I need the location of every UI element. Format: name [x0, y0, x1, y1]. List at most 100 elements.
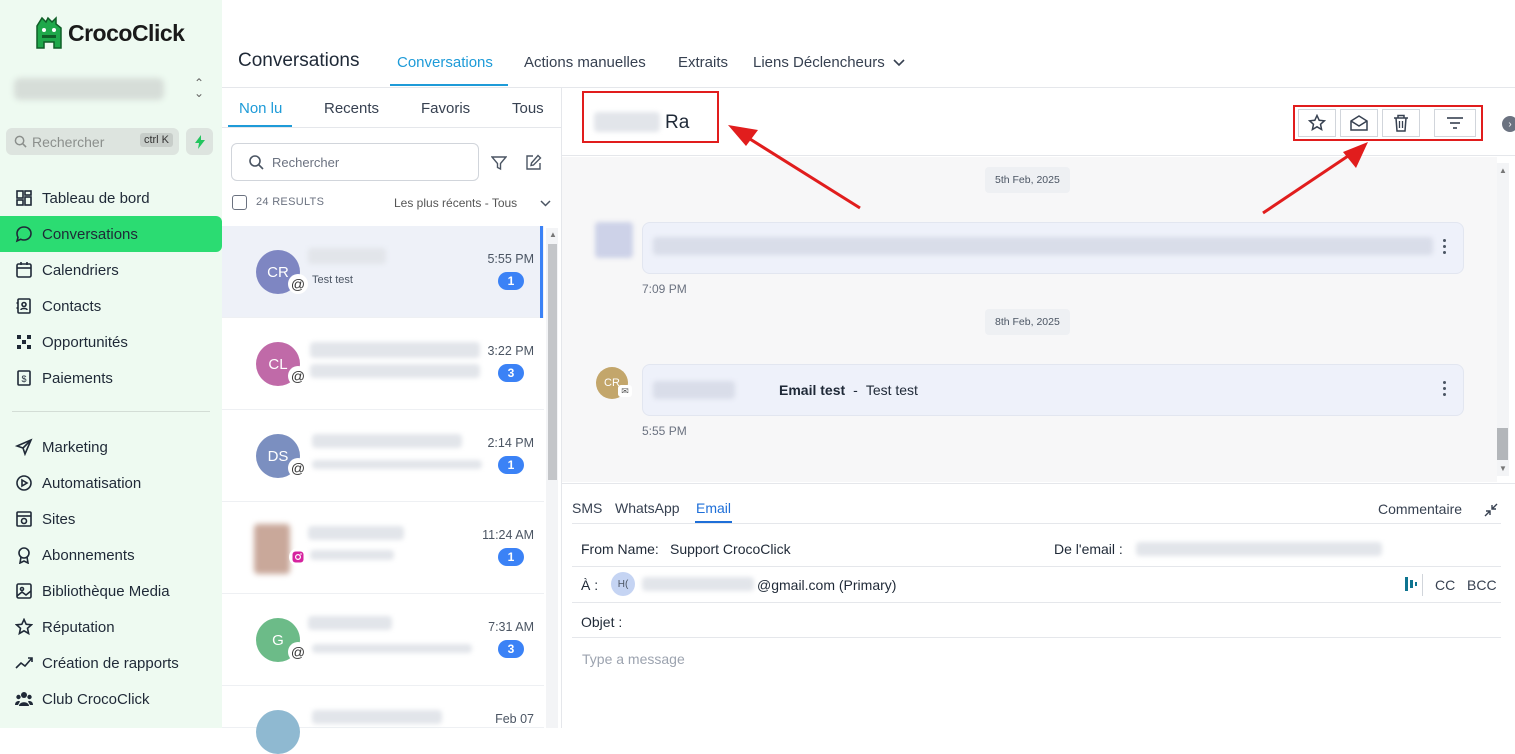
scroll-up-arrow[interactable]: ▲: [549, 230, 557, 239]
conversation-item[interactable]: G @ 7:31 AM 3: [222, 594, 544, 686]
sidebar-item-label: Contacts: [42, 297, 102, 315]
sidebar-item-label: Calendriers: [42, 261, 119, 279]
list-tab-recents[interactable]: Recents: [324, 100, 379, 117]
list-tab-tous[interactable]: Tous: [512, 100, 544, 117]
sidebar-item-reputation[interactable]: Réputation: [0, 609, 222, 645]
chevron-down-icon[interactable]: [540, 200, 551, 207]
filter-button[interactable]: [1434, 109, 1476, 137]
delete-button[interactable]: [1382, 109, 1420, 137]
sidebar-item-calendriers[interactable]: Calendriers: [0, 252, 222, 288]
star-button[interactable]: [1298, 109, 1336, 137]
message-bubble[interactable]: [642, 222, 1464, 274]
filter-funnel-icon[interactable]: [491, 155, 507, 171]
list-scrollbar-thumb[interactable]: [548, 244, 557, 480]
mark-unread-button[interactable]: [1340, 109, 1378, 137]
bcc-button[interactable]: BCC: [1467, 577, 1497, 593]
tab-actions-manuelles[interactable]: Actions manuelles: [524, 54, 646, 71]
compose-icon[interactable]: [525, 154, 542, 171]
composer-tab-sms[interactable]: SMS: [572, 500, 602, 516]
conversation-time: 11:24 AM: [482, 528, 534, 542]
scroll-up-arrow[interactable]: ▲: [1499, 166, 1507, 175]
from-email-redacted[interactable]: [1136, 542, 1382, 556]
sidebar-item-label: Paiements: [42, 369, 113, 387]
contact-name[interactable]: Ra: [665, 112, 689, 134]
sidebar-item-bibliotheque-media[interactable]: Bibliothèque Media: [0, 573, 222, 609]
comment-tab[interactable]: Commentaire: [1378, 501, 1462, 517]
conversation-time: 7:31 AM: [488, 620, 534, 634]
list-tab-favoris[interactable]: Favoris: [421, 100, 470, 117]
message-bubble[interactable]: Email test - Test test: [642, 364, 1464, 416]
message-menu-icon[interactable]: [1443, 239, 1447, 254]
sidebar-item-paiements[interactable]: $ Paiements: [0, 360, 222, 396]
sidebar-item-marketing[interactable]: Marketing: [0, 429, 222, 465]
from-name-value[interactable]: Support CrocoClick: [670, 541, 791, 557]
quick-actions-button[interactable]: [186, 128, 213, 155]
filter-icon: [1447, 117, 1463, 129]
sidebar-item-tableau-de-bord[interactable]: Tableau de bord: [0, 180, 222, 216]
select-all-checkbox[interactable]: [232, 195, 247, 210]
conversation-item[interactable]: CL @ 3:22 PM 3: [222, 318, 544, 410]
recipient-email[interactable]: @gmail.com (Primary): [757, 577, 896, 593]
avatar-photo-redacted: [254, 524, 290, 574]
sidebar-item-conversations[interactable]: Conversations: [0, 216, 222, 252]
active-tab-indicator: [390, 84, 508, 86]
sidebar-item-label: Opportunités: [42, 333, 128, 351]
contact-name-redacted: [310, 342, 480, 358]
sidebar-item-automatisation[interactable]: Automatisation: [0, 465, 222, 501]
tab-extraits[interactable]: Extraits: [678, 54, 728, 71]
composer-tab-email[interactable]: Email: [696, 500, 731, 516]
sidebar-item-label: Marketing: [42, 438, 108, 456]
scroll-down-arrow[interactable]: ▼: [1499, 464, 1507, 473]
conversation-item[interactable]: CR @ Test test 5:55 PM 1: [222, 226, 544, 318]
conversation-item[interactable]: Feb 07: [222, 686, 544, 754]
to-label: À :: [581, 577, 599, 593]
sidebar-search[interactable]: Rechercher ctrl K: [6, 128, 179, 155]
tab-liens-declencheurs[interactable]: Liens Déclencheurs: [753, 54, 905, 71]
sidebar-item-opportunites[interactable]: Opportunités: [0, 324, 222, 360]
snippet-redacted: [312, 460, 482, 469]
calendar-icon: [14, 260, 34, 280]
sidebar-item-creation-de-rapports[interactable]: Création de rapports: [0, 645, 222, 681]
chevron-down-icon: [893, 58, 905, 66]
svg-text:$: $: [21, 374, 26, 384]
brand-logo[interactable]: CrocoClick: [34, 16, 185, 50]
email-preview: Email test - Test test: [779, 382, 918, 398]
sidebar-item-contacts[interactable]: Contacts: [0, 288, 222, 324]
sidebar-item-club-crococlick[interactable]: Club CrocoClick: [0, 681, 222, 717]
conversation-snippet: Test test: [312, 274, 353, 286]
sidebar-item-label: Sites: [42, 510, 76, 528]
search-icon: [249, 155, 264, 170]
message-menu-icon[interactable]: [1443, 381, 1447, 396]
row-divider: [572, 602, 1501, 603]
email-envelope-icon: ✉: [618, 385, 632, 397]
tab-conversations[interactable]: Conversations: [397, 54, 493, 71]
template-snippets-icon[interactable]: [1404, 576, 1418, 592]
sort-dropdown[interactable]: Les plus récents - Tous: [394, 196, 517, 210]
thread-scrollbar-thumb[interactable]: [1497, 428, 1508, 460]
conversation-item[interactable]: 11:24 AM 1: [222, 502, 544, 594]
message-text-redacted: [653, 237, 1433, 255]
media-icon: [14, 581, 34, 601]
sites-icon: [14, 509, 34, 529]
account-switcher[interactable]: ⌃ ⌄: [10, 64, 210, 112]
sender-redacted: [653, 381, 735, 399]
collapse-panel-button[interactable]: ›: [1502, 116, 1515, 132]
trash-icon: [1394, 114, 1408, 132]
sender-avatar-redacted: [595, 222, 633, 258]
snippet-redacted: [310, 364, 480, 378]
conversation-item[interactable]: DS @ 2:14 PM 1: [222, 410, 544, 502]
sidebar-item-sites[interactable]: Sites: [0, 501, 222, 537]
contact-name-redacted: [308, 526, 404, 540]
message-input[interactable]: Type a message: [582, 651, 685, 667]
list-tab-non-lu[interactable]: Non lu: [239, 100, 282, 117]
composer-tab-whatsapp[interactable]: WhatsApp: [615, 500, 680, 516]
results-count: 24 RESULTS: [256, 196, 325, 208]
conversation-search-input[interactable]: Rechercher: [231, 143, 479, 181]
sidebar-item-abonnements[interactable]: Abonnements: [0, 537, 222, 573]
from-email-label: De l'email :: [1054, 541, 1123, 557]
cc-button[interactable]: CC: [1435, 577, 1455, 593]
search-icon: [14, 135, 27, 148]
minimize-icon[interactable]: [1484, 503, 1498, 517]
email-separator: -: [853, 382, 858, 398]
pipeline-icon: [14, 332, 34, 352]
